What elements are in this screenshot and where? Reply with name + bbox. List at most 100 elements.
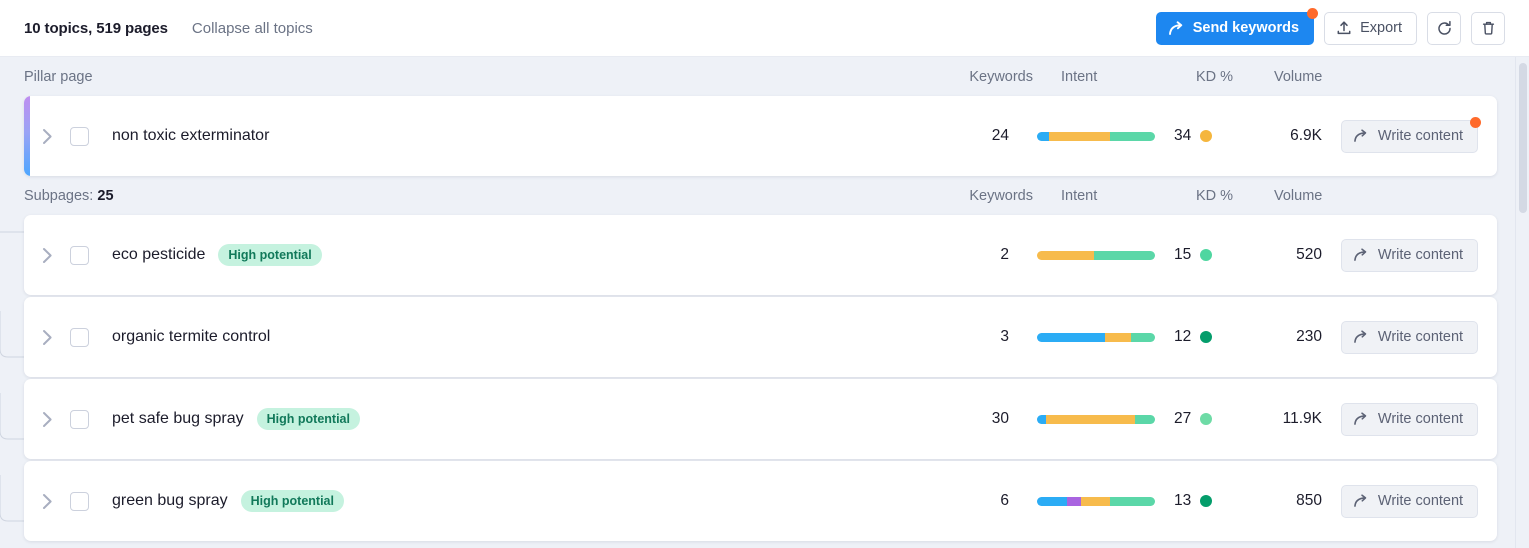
intent-bar — [1037, 250, 1155, 260]
row-checkbox[interactable] — [70, 126, 89, 146]
row-checkbox[interactable] — [70, 409, 89, 429]
export-button[interactable]: Export — [1324, 11, 1417, 45]
row-title: pet safe bug spray — [112, 410, 244, 427]
delete-button[interactable] — [1471, 11, 1505, 45]
write-content-cell: Write content — [1322, 320, 1497, 354]
column-header-kd: KD % — [1196, 68, 1234, 85]
high-potential-badge: High potential — [256, 408, 360, 430]
volume-value: 230 — [1296, 328, 1322, 345]
collapse-all-topics-link[interactable]: Collapse all topics — [192, 20, 313, 37]
intent-cell — [1037, 131, 1157, 141]
expand-chevron-icon[interactable] — [24, 411, 70, 428]
high-potential-badge: High potential — [218, 244, 322, 266]
intent-cell — [1037, 250, 1157, 260]
upload-icon — [1336, 20, 1352, 36]
send-keywords-notification-dot — [1307, 7, 1319, 19]
volume-value: 520 — [1296, 246, 1322, 263]
write-content-label: Write content — [1377, 247, 1464, 263]
intent-segment — [1066, 496, 1081, 506]
subpage-row[interactable]: green bug spray High potential 6 13 850 Write… — [24, 461, 1497, 541]
refresh-button[interactable] — [1427, 11, 1461, 45]
write-content-notification-dot — [1470, 116, 1482, 128]
expand-chevron-icon[interactable] — [24, 128, 70, 145]
write-content-button[interactable]: Write content — [1340, 238, 1479, 272]
subpages-label: Subpages: — [24, 187, 94, 204]
trash-icon — [1481, 20, 1496, 36]
expand-chevron-icon[interactable] — [24, 329, 70, 346]
volume-value: 6.9K — [1290, 127, 1322, 144]
volume-value: 11.9K — [1282, 410, 1322, 427]
kd-cell: 15 — [1174, 246, 1236, 264]
intent-segment — [1037, 332, 1106, 342]
write-content-button[interactable]: Write content — [1340, 116, 1482, 153]
write-content-button[interactable]: Write content — [1340, 320, 1479, 354]
intent-segment — [1037, 131, 1049, 141]
write-content-button[interactable]: Write content — [1340, 402, 1479, 436]
kd-value: 15 — [1174, 246, 1192, 263]
pillar-row[interactable]: non toxic exterminator 24 34 6.9K Write cont… — [24, 96, 1497, 176]
volume-value: 850 — [1296, 492, 1322, 509]
curved-arrow-icon — [1353, 494, 1369, 508]
pillar-column-header: Pillar page Keywords Intent KD % Volume — [0, 57, 1529, 96]
intent-segment — [1037, 250, 1094, 260]
column-header-volume: Volume — [1274, 68, 1323, 85]
subpages-column-header: Subpages: 25 Keywords Intent KD % Volume — [0, 176, 1529, 215]
kd-difficulty-dot — [1200, 495, 1213, 507]
write-content-label: Write content — [1377, 329, 1464, 345]
intent-segment — [1134, 414, 1155, 424]
row-checkbox[interactable] — [70, 491, 89, 511]
high-potential-badge: High potential — [240, 490, 344, 512]
intent-segment — [1131, 332, 1155, 342]
write-content-cell: Write content — [1322, 402, 1497, 436]
intent-bar — [1037, 496, 1155, 506]
column-header-intent: Intent — [1061, 187, 1098, 204]
subpages-count-label: Subpages: 25 — [24, 188, 114, 204]
write-content-label: Write content — [1377, 411, 1464, 427]
intent-cell — [1037, 496, 1157, 506]
intent-segment — [1080, 496, 1111, 506]
column-header-volume: Volume — [1274, 187, 1323, 204]
send-keywords-button[interactable]: Send keywords — [1155, 7, 1319, 45]
row-checkbox[interactable] — [70, 245, 89, 265]
column-header-pillar-page: Pillar page — [24, 68, 93, 85]
kd-cell: 34 — [1174, 127, 1236, 145]
rows-container: non toxic exterminator 24 34 6.9K Write cont… — [0, 96, 1529, 541]
row-checkbox[interactable] — [70, 327, 89, 347]
intent-segment — [1048, 131, 1111, 141]
keywords-value: 24 — [991, 127, 1009, 144]
row-title: organic termite control — [112, 328, 271, 345]
curved-arrow-icon — [1353, 129, 1369, 143]
intent-bar — [1037, 332, 1155, 342]
write-content-label: Write content — [1377, 128, 1464, 144]
keywords-value: 2 — [1000, 246, 1009, 263]
page-title: 10 topics, 519 pages — [24, 19, 168, 37]
column-header-intent: Intent — [1061, 68, 1098, 85]
subpage-row[interactable]: eco pesticide High potential 2 15 520 Write c… — [24, 215, 1497, 295]
intent-segment — [1110, 496, 1155, 506]
topic-tree: non toxic exterminator 24 34 6.9K Write cont… — [0, 96, 1529, 541]
keywords-value: 6 — [1000, 492, 1009, 509]
keywords-value: 30 — [991, 410, 1009, 427]
export-label: Export — [1360, 20, 1402, 36]
kd-difficulty-dot — [1200, 249, 1213, 261]
intent-bar — [1037, 131, 1155, 141]
intent-segment — [1105, 332, 1132, 342]
pillar-accent-bar — [24, 96, 30, 176]
kd-cell: 13 — [1174, 492, 1236, 510]
subpages-count: 25 — [97, 187, 114, 204]
expand-chevron-icon[interactable] — [24, 493, 70, 510]
column-header-keywords: Keywords — [969, 68, 1033, 85]
intent-cell — [1037, 332, 1157, 342]
subpage-row[interactable]: organic termite control 3 12 230 Write conte… — [24, 297, 1497, 377]
curved-arrow-icon — [1353, 248, 1369, 262]
refresh-icon — [1436, 20, 1453, 37]
kd-value: 27 — [1174, 410, 1192, 427]
kd-cell: 12 — [1174, 328, 1236, 346]
expand-chevron-icon[interactable] — [24, 247, 70, 264]
intent-segment — [1037, 414, 1047, 424]
subpage-row[interactable]: pet safe bug spray High potential 30 27 11.9… — [24, 379, 1497, 459]
write-content-button[interactable]: Write content — [1340, 484, 1479, 518]
kd-value: 12 — [1174, 328, 1192, 345]
write-content-cell: Write content — [1322, 238, 1497, 272]
kd-difficulty-dot — [1200, 331, 1213, 343]
